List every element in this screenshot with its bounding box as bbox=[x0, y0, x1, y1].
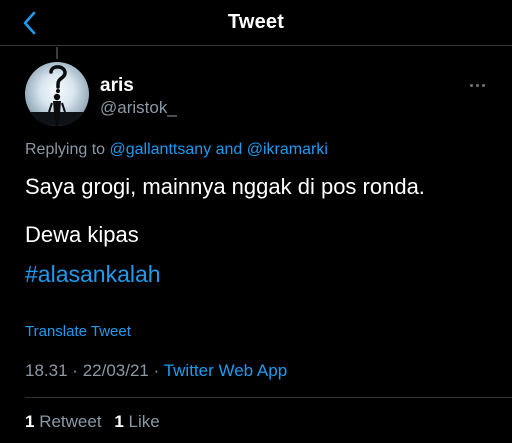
translate-tweet-link[interactable]: Translate Tweet bbox=[25, 323, 131, 340]
author-name[interactable]: aris bbox=[100, 75, 134, 97]
mention-link-2[interactable]: @ikramarki bbox=[247, 141, 328, 158]
meta-separator: · bbox=[153, 361, 160, 380]
question-silhouette-avatar-icon bbox=[25, 65, 89, 126]
retweet-label: Retweet bbox=[39, 412, 102, 431]
more-dot bbox=[481, 83, 485, 87]
page-title: Tweet bbox=[227, 11, 285, 33]
mention-link-1[interactable]: @gallanttsany bbox=[110, 141, 212, 158]
thread-connector-line bbox=[56, 47, 58, 59]
tweet-text-line-2: Dewa kipas bbox=[25, 222, 139, 247]
author-handle[interactable]: @aristok_ bbox=[100, 98, 177, 118]
hashtag-link[interactable]: #alasankalah bbox=[25, 261, 161, 288]
tweet-source-link[interactable]: Twitter Web App bbox=[164, 361, 287, 380]
more-horizontal-icon[interactable] bbox=[464, 76, 490, 94]
retweet-count: 1 bbox=[25, 412, 35, 431]
tweet-meta: 18.31 · 22/03/21 · Twitter Web App bbox=[25, 361, 287, 381]
meta-separator: · bbox=[72, 361, 78, 380]
replying-to-prefix: Replying to bbox=[25, 141, 106, 158]
more-dot bbox=[469, 83, 473, 87]
tweet-date: 22/03/21 bbox=[82, 361, 149, 380]
retweets-stat[interactable]: 1 Retweet bbox=[25, 412, 102, 431]
avatar[interactable] bbox=[25, 62, 89, 126]
top-bar: Tweet bbox=[0, 0, 512, 46]
tweet-stats: 1 Retweet 1 Like bbox=[25, 412, 168, 432]
tweet-text-line-1: Saya grogi, mainnya nggak di pos ronda. bbox=[25, 174, 425, 199]
more-dot bbox=[475, 83, 479, 87]
likes-stat[interactable]: 1 Like bbox=[114, 412, 159, 431]
replying-to-conjunction[interactable]: and bbox=[216, 141, 243, 158]
like-count: 1 bbox=[114, 412, 124, 431]
tweet-time: 18.31 bbox=[25, 361, 68, 380]
like-label: Like bbox=[128, 412, 160, 431]
replying-to: Replying to @gallanttsany and @ikramarki bbox=[25, 141, 328, 159]
divider bbox=[25, 397, 512, 398]
